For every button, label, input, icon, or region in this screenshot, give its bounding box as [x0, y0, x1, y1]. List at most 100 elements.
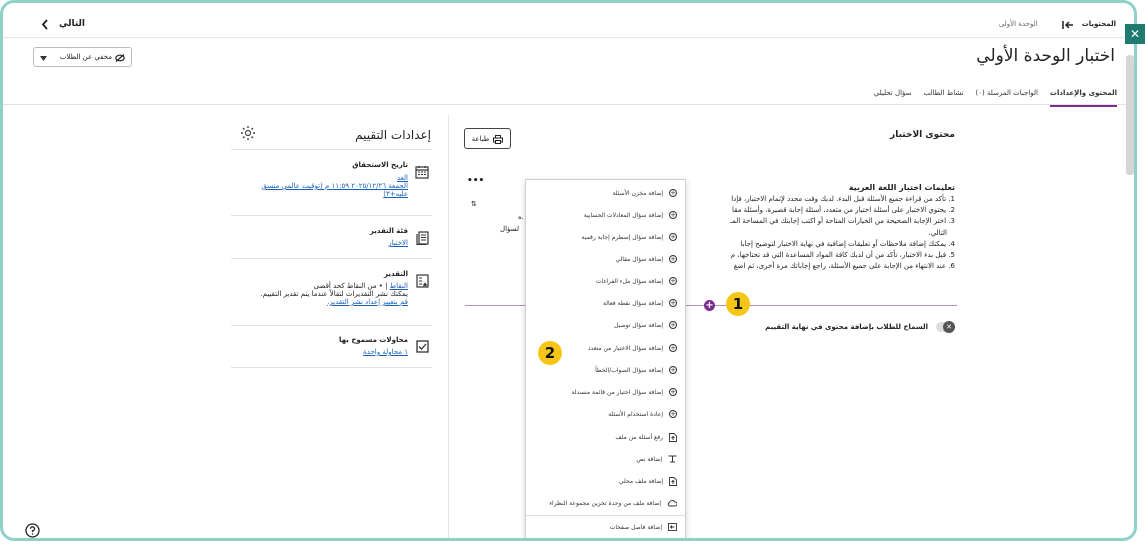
category-title: فئة التقدير	[369, 227, 408, 235]
checkbox-icon	[416, 336, 429, 355]
printer-icon	[493, 129, 504, 148]
grading-icon	[416, 270, 429, 289]
plus-circle-icon: +	[669, 320, 677, 329]
reorder-icon[interactable]: ⇅	[471, 200, 477, 208]
menu-item-label: إضافة نص	[636, 455, 662, 463]
attempts-block: محاولات مسموح بها ١ محاولة واحدة	[258, 336, 408, 356]
points-text: | • من النقاط كحد أقصى	[313, 282, 390, 290]
collapse-left-icon[interactable]	[1061, 14, 1074, 33]
chevron-down-icon	[40, 48, 47, 67]
plus-circle-icon: +	[669, 343, 677, 352]
cloud-icon	[667, 499, 677, 507]
menu-item[interactable]: إضافة نص	[636, 455, 677, 463]
calendar-icon	[415, 161, 429, 180]
menu-divider	[526, 515, 685, 516]
chevron-left-icon	[41, 14, 49, 33]
visibility-dropdown[interactable]: مخفي عن الطلاب	[33, 47, 132, 67]
menu-item[interactable]: رفع أسئلة من ملف	[615, 433, 677, 442]
grading-note: يمكنك نشر التقديرات لتقالاً عندما يتم تق…	[260, 290, 408, 298]
menu-item-label: إضافة سؤال ملء الفراغات	[595, 277, 663, 285]
grading-block: التقدير النقاط | • من النقاط كحد أقصى يم…	[218, 270, 408, 306]
menu-item[interactable]: + إضافة مخزن الأسئلة	[613, 189, 677, 197]
file-upload-icon	[669, 477, 677, 486]
attempts-title: محاولات مسموح بها	[339, 336, 408, 344]
due-date-block: تاريخ الاستحقاق الغد الجمعة ٢٠٢٥/١٢/٢٦ ١…	[238, 161, 408, 198]
category-link[interactable]: الاختبار	[258, 239, 408, 247]
page-break-icon	[668, 523, 677, 531]
help-icon[interactable]	[25, 520, 40, 538]
menu-item[interactable]: + إضافة سؤال الصواب/الخطأ	[595, 366, 677, 374]
breadcrumb: المحتويات الوحدة الأولى	[999, 14, 1116, 33]
menu-item-label: إضافة ملف من وحدة تخزين مجموعة النظراء	[549, 499, 661, 507]
menu-item[interactable]: إضافة فاصل صفحات	[610, 523, 677, 531]
column-divider	[448, 115, 449, 538]
next-nav[interactable]: التالي	[41, 14, 85, 33]
menu-item[interactable]: + إضافة سؤال مقالي	[615, 255, 677, 263]
menu-item-label: إضافة سؤال مقالي	[615, 255, 663, 263]
allow-content-toggle-row: ✕ السماح للطلاب بإضافة محتوى في نهاية ال…	[765, 321, 955, 333]
settings-gear-icon[interactable]	[240, 125, 256, 141]
menu-item-label: إضافة سؤال نقطة فعالة	[602, 299, 663, 307]
menu-item[interactable]: + إضافة سؤال المعادلات الحسابية	[584, 211, 677, 219]
menu-item[interactable]: + إضافة سؤال الاختيار من متعدد	[588, 344, 677, 352]
points-link[interactable]: النقاط	[390, 282, 408, 290]
instructions-title: تعليمات اختبار اللغة العربية	[848, 183, 955, 192]
settings-title: إعدادات التقييم	[355, 128, 431, 142]
settings-divider	[231, 325, 432, 326]
settings-divider	[231, 215, 432, 216]
menu-item[interactable]: + إعادة استخدام الأسئلة	[608, 410, 677, 418]
print-label: طباعة	[471, 134, 490, 143]
instruction-line: 2. يحتوي الاختبار على أسئلة اختيار من مت…	[732, 206, 955, 215]
menu-item[interactable]: + إضافة سؤال إسطرم إجابة رقمية	[582, 233, 677, 241]
due-tz-link[interactable]: عليه+٣)	[238, 190, 408, 198]
menu-item-label: إضافة مخزن الأسئلة	[612, 189, 663, 197]
instruction-line: 6. عند الانتهاء من الإجابة على جميع الأس…	[733, 262, 955, 271]
menu-item[interactable]: + إضافة سؤال نقطة فعالة	[603, 299, 677, 307]
menu-item[interactable]: إضافة ملف من وحدة تخزين مجموعة النظراء	[549, 499, 677, 507]
plus-circle-icon: +	[669, 232, 677, 241]
settings-divider	[231, 367, 432, 368]
insert-plus-icon[interactable]: +	[704, 300, 715, 311]
instruction-line: التالي.	[928, 228, 947, 237]
due-date-link[interactable]: الجمعة ٢٠٢٥/١٢/٢٦ ١١:٥٩ م (توقيت عالمي م…	[238, 182, 408, 190]
print-button[interactable]: طباعة	[464, 128, 511, 149]
due-day-link[interactable]: الغد	[238, 174, 408, 182]
plus-circle-icon: +	[669, 188, 677, 197]
tabs-divider	[3, 104, 1134, 105]
plus-circle-icon: +	[669, 387, 677, 396]
menu-item[interactable]: + إضافة سؤال توصيل	[614, 321, 677, 329]
more-options-icon[interactable]: •••	[467, 176, 484, 186]
plus-circle-icon: +	[669, 409, 677, 418]
instruction-line: 3. اختر الإجابة الصحيحة من الخيارات المت…	[730, 217, 955, 226]
document-icon	[416, 227, 429, 246]
menu-item[interactable]: + إضافة سؤال ملء الفراغات	[596, 277, 677, 285]
menu-item-label: إضافة سؤال الصواب/الخطأ	[595, 366, 663, 374]
app-frame: التالي المحتويات الوحدة الأولى مخفي عن ا…	[0, 0, 1137, 541]
instructions-list: 1. تأكد من قراءة جميع الأسئلة قبل البدء.…	[685, 194, 955, 272]
plus-circle-icon: +	[669, 210, 677, 219]
menu-item-label: إضافة سؤال توصيل	[614, 321, 663, 329]
grading-title: التقدير	[384, 270, 408, 278]
menu-item[interactable]: + إضافة سؤال اختيار من قائمة منسدلة	[571, 387, 677, 396]
allow-content-toggle[interactable]: ✕	[936, 321, 955, 333]
partial-text-2: لسؤال	[500, 225, 520, 233]
close-icon[interactable]: ✕	[1125, 24, 1145, 44]
menu-item-label: إضافة سؤال المعادلات الحسابية	[583, 211, 663, 219]
menu-item[interactable]: إضافة ملف محلي	[619, 477, 677, 486]
due-title: تاريخ الاستحقاق	[352, 161, 408, 169]
instruction-line: 1. تأكد من قراءة جميع الأسئلة قبل البدء.…	[731, 195, 955, 203]
text-icon	[668, 455, 677, 463]
eye-off-icon	[115, 48, 125, 67]
scrollbar[interactable]	[1126, 55, 1134, 175]
menu-item-label: إضافة سؤال إسطرم إجابة رقمية	[581, 233, 663, 241]
grading-change-link[interactable]: قم بتغيير إعداد نشر التقدير.	[218, 298, 408, 306]
content-section-title: محتوى الاختبار	[890, 130, 955, 140]
next-label: التالي	[59, 18, 86, 29]
breadcrumb-root[interactable]: المحتويات	[1082, 20, 1116, 28]
menu-item-label: إعادة استخدام الأسئلة	[608, 410, 663, 418]
menu-item-label: رفع أسئلة من ملف	[615, 434, 663, 441]
attempts-link[interactable]: ١ محاولة واحدة	[258, 348, 408, 356]
settings-divider	[231, 258, 432, 259]
menu-item-label: إضافة سؤال اختيار من قائمة منسدلة	[571, 388, 664, 396]
menu-item-label: إضافة ملف محلي	[619, 478, 663, 485]
